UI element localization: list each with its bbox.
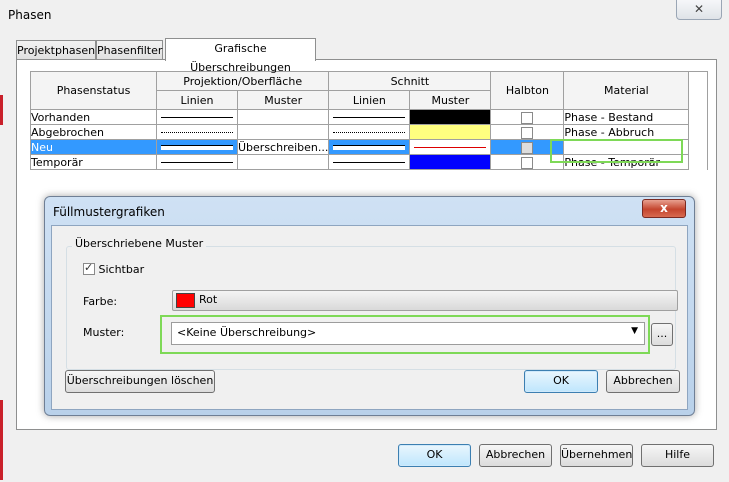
visible-checkbox[interactable]: ✓ — [83, 261, 95, 275]
table-filler — [688, 71, 709, 170]
title-bar: Phasen ✕ — [0, 0, 729, 30]
cut-line-cell[interactable] — [328, 124, 411, 140]
dialog-close-button[interactable]: x — [642, 199, 686, 218]
cut-pattern-cell[interactable] — [409, 154, 492, 170]
visible-label: Sichtbar — [98, 263, 145, 276]
status-cell[interactable]: Vorhanden — [30, 109, 157, 125]
tab-phasenfilter[interactable]: Phasenfilter — [96, 40, 163, 60]
color-value: Rot — [199, 293, 218, 306]
status-cell[interactable]: Neu — [30, 139, 157, 155]
material-cell[interactable]: Phase - Bestand — [563, 109, 690, 125]
fill-pattern-dialog: Füllmustergrafiken x Überschriebene Must… — [44, 196, 695, 416]
tab-grafische-ueberschreibungen[interactable]: Grafische Überschreibungen — [165, 38, 316, 74]
col-header-material: Material — [563, 71, 690, 110]
apply-button[interactable]: Übernehmen — [560, 444, 633, 467]
cut-line-cell[interactable] — [328, 109, 411, 125]
cut-pattern-cell[interactable] — [409, 139, 492, 155]
table-row[interactable]: Vorhanden Phase - Bestand — [30, 109, 708, 125]
pattern-label: Muster: — [83, 326, 125, 339]
col-header-halftone: Halbton — [490, 71, 565, 110]
cancel-button[interactable]: Abbrechen — [479, 444, 552, 467]
phasen-window: Phasen ✕ Projektphasen Phasenfilter Graf… — [0, 0, 729, 482]
window-title: Phasen — [8, 8, 52, 22]
halftone-checkbox[interactable] — [521, 111, 534, 124]
color-label: Farbe: — [83, 295, 118, 308]
col-header-status: Phasenstatus — [30, 71, 157, 110]
dialog-body: Überschriebene Muster ✓ Sichtbar Farbe: … — [51, 225, 688, 410]
halftone-checkbox[interactable] — [521, 126, 534, 139]
dialog-ok-button[interactable]: OK — [524, 370, 598, 393]
cut-line-cell[interactable] — [328, 154, 411, 170]
color-button[interactable]: Rot — [172, 290, 678, 311]
col-header-proj-pattern: Muster — [236, 90, 330, 110]
close-button[interactable]: ✕ — [676, 0, 722, 20]
material-highlight-box — [550, 139, 683, 163]
ok-button[interactable]: OK — [398, 444, 471, 467]
status-cell[interactable]: Temporär — [30, 154, 157, 170]
col-header-proj-lines: Linien — [156, 90, 238, 110]
halftone-checkbox[interactable] — [521, 156, 534, 169]
proj-pattern-cell[interactable]: Überschreiben... — [236, 139, 330, 155]
halftone-checkbox[interactable] — [521, 141, 534, 154]
proj-line-cell[interactable] — [156, 109, 238, 125]
cut-pattern-cell[interactable] — [409, 124, 492, 140]
pattern-highlight-box — [160, 315, 650, 354]
proj-line-cell[interactable] — [156, 124, 238, 140]
dialog-title: Füllmustergrafiken — [53, 205, 165, 219]
color-swatch — [176, 293, 195, 308]
browse-button[interactable]: ... — [651, 323, 673, 346]
status-cell[interactable]: Abgebrochen — [30, 124, 157, 140]
proj-pattern-cell[interactable] — [236, 109, 330, 125]
background-edge — [0, 400, 3, 480]
close-icon: ✕ — [693, 2, 705, 16]
col-header-cut-pattern: Muster — [409, 90, 492, 110]
proj-line-cell[interactable] — [156, 139, 238, 155]
col-header-cut-lines: Linien — [328, 90, 411, 110]
help-button[interactable]: Hilfe — [641, 444, 714, 467]
tab-projektphasen[interactable]: Projektphasen — [16, 40, 96, 60]
check-icon: ✓ — [84, 261, 94, 274]
cut-line-cell[interactable] — [328, 139, 411, 155]
proj-line-cell[interactable] — [156, 154, 238, 170]
background-edge — [0, 95, 3, 125]
group-label: Überschriebene Muster — [72, 237, 207, 250]
proj-pattern-cell[interactable] — [236, 154, 330, 170]
halftone-cell[interactable] — [490, 109, 565, 125]
clear-overrides-button[interactable]: Überschreibungen löschen — [65, 370, 215, 393]
table-row[interactable]: Abgebrochen Phase - Abbruch — [30, 124, 708, 140]
cut-pattern-cell[interactable] — [409, 109, 492, 125]
dialog-cancel-button[interactable]: Abbrechen — [606, 370, 680, 393]
close-icon: x — [660, 201, 668, 215]
material-cell[interactable]: Phase - Abbruch — [563, 124, 690, 140]
proj-pattern-cell[interactable] — [236, 124, 330, 140]
col-header-cut: Schnitt — [328, 71, 492, 91]
halftone-cell[interactable] — [490, 124, 565, 140]
visible-checkbox-row[interactable]: ✓ Sichtbar — [83, 261, 145, 276]
